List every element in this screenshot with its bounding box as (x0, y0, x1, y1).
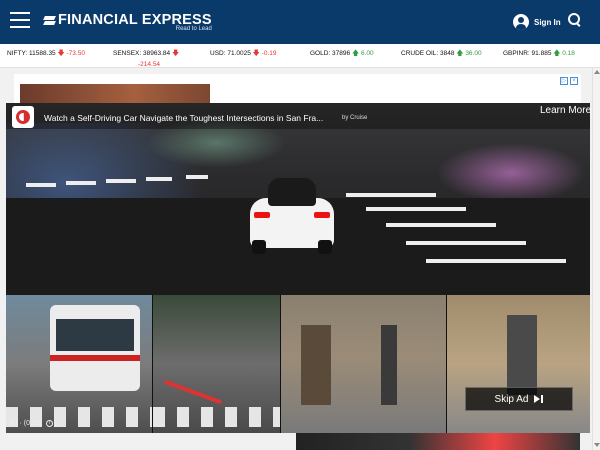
sign-in-button[interactable]: Sign In (513, 14, 561, 30)
skip-ad-button[interactable]: Skip Ad (465, 387, 573, 411)
ticker-change: 0.18 (562, 50, 575, 57)
ticker-label: SENSEX: (113, 50, 142, 57)
sign-in-label: Sign In (534, 17, 561, 27)
site-logo[interactable]: FINANCIAL EXPRESS Read to Lead (44, 12, 212, 32)
video-frame-sidewalk (280, 295, 446, 433)
ticker-change: -214.54 (138, 61, 161, 68)
scroll-up-icon[interactable] (594, 70, 600, 74)
ad-timer: Ad · (0:21) i (9, 420, 54, 427)
self-driving-car (246, 168, 338, 258)
arrow-up-icon: 🡅 (553, 50, 561, 57)
ad-info-icon[interactable]: ▷ (560, 77, 568, 85)
scroll-down-icon[interactable] (594, 443, 600, 447)
ticker-value: 38963.84 (143, 50, 171, 57)
video-ad-brand: by Cruise (342, 115, 368, 121)
banner-ad-image (20, 84, 210, 104)
ticker-change: -0.19 (261, 50, 277, 57)
info-icon[interactable]: i (46, 420, 54, 427)
video-ad-title[interactable]: Watch a Self-Driving Car Navigate the To… (44, 113, 323, 123)
ticker-item-gbpinr[interactable]: GBPINR: 91.885 🡅 0.18 (503, 49, 575, 60)
ticker-label: NIFTY: (7, 50, 28, 57)
ticker-label: CRUDE OIL: (401, 50, 439, 57)
ticker-change: 6.00 (360, 50, 374, 57)
video-frame-street (152, 295, 280, 433)
user-icon (513, 14, 529, 30)
video-ad-player[interactable] (6, 103, 590, 433)
ticker-value: 3848 (440, 50, 455, 57)
ticker-item-usd[interactable]: USD: 71.0025 🡇 -0.19 (210, 49, 277, 60)
skip-next-icon (534, 395, 544, 403)
banner-ad[interactable] (14, 74, 581, 104)
ticker-change: -73.50 (66, 50, 85, 57)
ticker-change: 36.00 (465, 50, 482, 57)
ticker-label: GOLD: (310, 50, 331, 57)
ticker-item-crude-oil[interactable]: CRUDE OIL: 3848 🡅 36.00 (401, 49, 482, 60)
arrow-down-icon: 🡇 (252, 50, 260, 57)
ticker-label: GBPINR: (503, 50, 530, 57)
site-header: FINANCIAL EXPRESS Read to Lead Sign In (0, 0, 600, 44)
page-scrollbar[interactable] (592, 68, 600, 450)
ticker-value: 37896 (332, 50, 351, 57)
ticker-item-sensex[interactable]: SENSEX: 38963.84 🡇 -214.54 (113, 49, 179, 68)
ticker-value: 71.0025 (227, 50, 251, 57)
market-ticker: NIFTY: 11588.35 🡇 -73.50 SENSEX: 38963.8… (0, 44, 600, 68)
video-frame-lidar (6, 103, 590, 295)
ad-timer-label: Ad · (0:21) (9, 420, 43, 427)
hamburger-menu-icon[interactable] (10, 12, 30, 30)
article-image-preview (296, 433, 580, 450)
learn-more-link[interactable]: Learn More (540, 105, 591, 116)
ticker-value: 11588.35 (29, 50, 56, 57)
arrow-up-icon: 🡅 (351, 50, 360, 57)
arrow-up-icon: 🡅 (456, 50, 464, 57)
ticker-value: 91.885 (531, 50, 552, 57)
ad-choices[interactable]: ▷ × (560, 77, 578, 85)
skip-ad-label: Skip Ad (494, 393, 529, 405)
advertiser-logo[interactable] (12, 106, 34, 128)
close-icon[interactable]: × (570, 77, 578, 85)
ticker-item-nifty[interactable]: NIFTY: 11588.35 🡇 -73.50 (7, 49, 85, 60)
logo-mark-icon (44, 15, 55, 26)
ticker-label: USD: (210, 50, 226, 57)
ticker-item-gold[interactable]: GOLD: 37896 🡅 6.00 (310, 49, 374, 60)
video-frame-bus (6, 295, 152, 433)
search-icon[interactable] (568, 13, 582, 27)
video-frame-storefront (446, 295, 590, 433)
arrow-down-icon: 🡇 (57, 50, 65, 57)
arrow-down-icon: 🡇 (171, 50, 180, 57)
cruise-logo-icon (16, 110, 30, 124)
